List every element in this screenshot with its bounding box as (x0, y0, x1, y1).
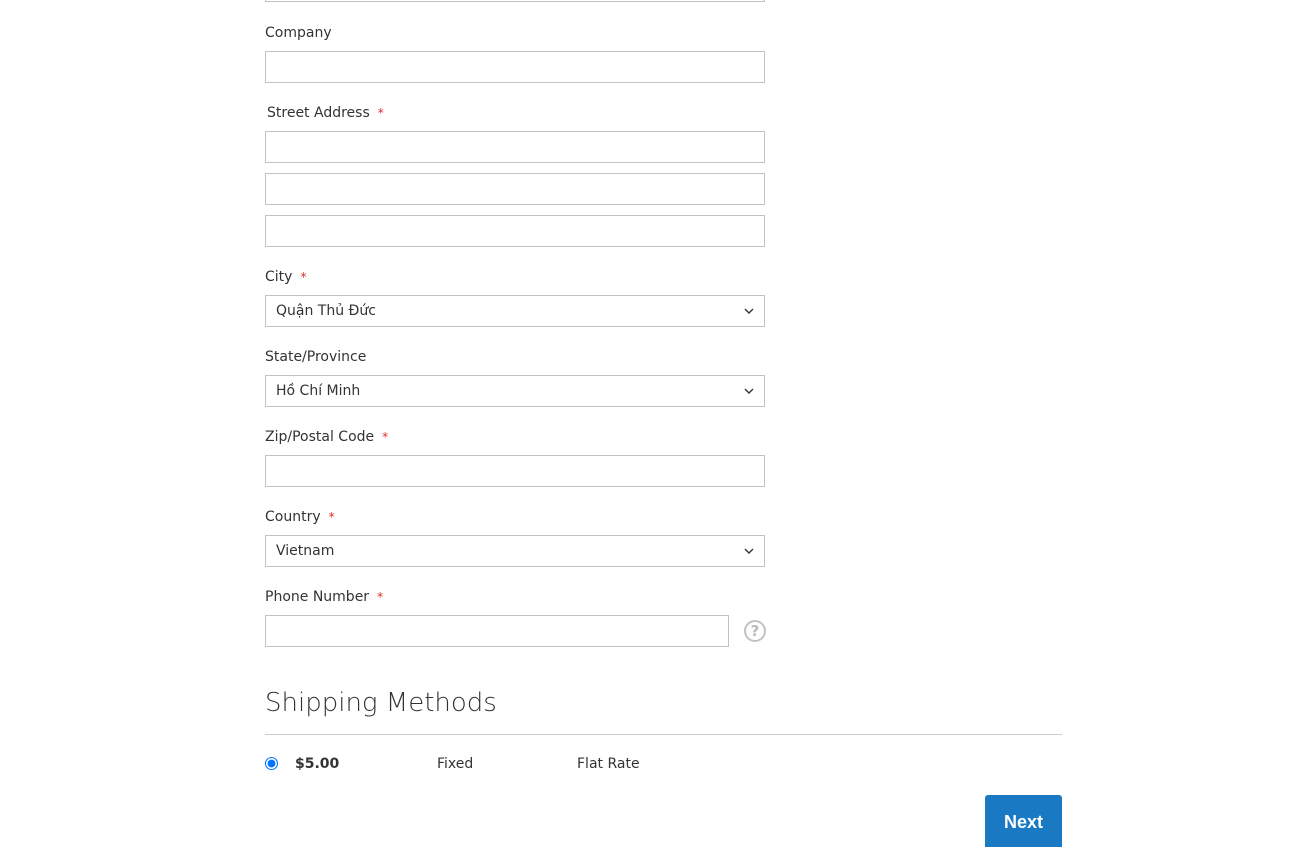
chevron-down-icon (744, 388, 754, 394)
state-label-text: State/Province (265, 349, 367, 365)
shipping-price: $5.00 (295, 756, 340, 772)
phone-label-text: Phone Number (265, 589, 370, 605)
zip-label: Zip/Postal Code * (265, 428, 388, 446)
required-marker: * (328, 510, 335, 524)
street-address-line-3-input[interactable] (265, 215, 765, 247)
company-label: Company (265, 24, 332, 42)
chevron-down-icon (744, 548, 754, 554)
state-select[interactable]: Hồ Chí Minh (265, 375, 765, 407)
company-label-text: Company (265, 25, 332, 41)
state-label: State/Province (265, 348, 366, 366)
zip-input[interactable] (265, 455, 765, 487)
question-circle-icon[interactable]: ? (744, 620, 766, 642)
chevron-down-icon (744, 308, 754, 314)
city-label: City * (265, 268, 306, 286)
city-select[interactable]: Quận Thủ Đức (265, 295, 765, 327)
shipping-methods-title: Shipping Methods (265, 688, 497, 718)
required-marker: * (377, 106, 384, 120)
city-selected-value: Quận Thủ Đức (276, 303, 376, 319)
city-label-text: City (265, 269, 293, 285)
country-selected-value: Vietnam (276, 543, 335, 559)
previous-field-input[interactable] (265, 0, 765, 2)
required-marker: * (377, 590, 384, 604)
country-label-text: Country (265, 509, 321, 525)
country-select[interactable]: Vietnam (265, 535, 765, 567)
street-address-line-2-input[interactable] (265, 173, 765, 205)
section-divider (265, 734, 1062, 735)
required-marker: * (382, 430, 389, 444)
zip-label-text: Zip/Postal Code (265, 429, 375, 445)
next-button[interactable]: Next (985, 795, 1062, 847)
street-address-line-1-input[interactable] (265, 131, 765, 163)
country-label: Country * (265, 508, 335, 526)
company-input[interactable] (265, 51, 765, 83)
phone-label: Phone Number * (265, 588, 383, 606)
state-selected-value: Hồ Chí Minh (276, 383, 361, 399)
phone-input[interactable] (265, 615, 729, 647)
street-address-label: Street Address * (267, 104, 384, 122)
shipping-carrier: Flat Rate (577, 756, 640, 772)
street-address-label-text: Street Address (267, 105, 370, 121)
shipping-method-type: Fixed (437, 756, 474, 772)
required-marker: * (300, 270, 307, 284)
shipping-method-radio[interactable] (265, 757, 278, 770)
